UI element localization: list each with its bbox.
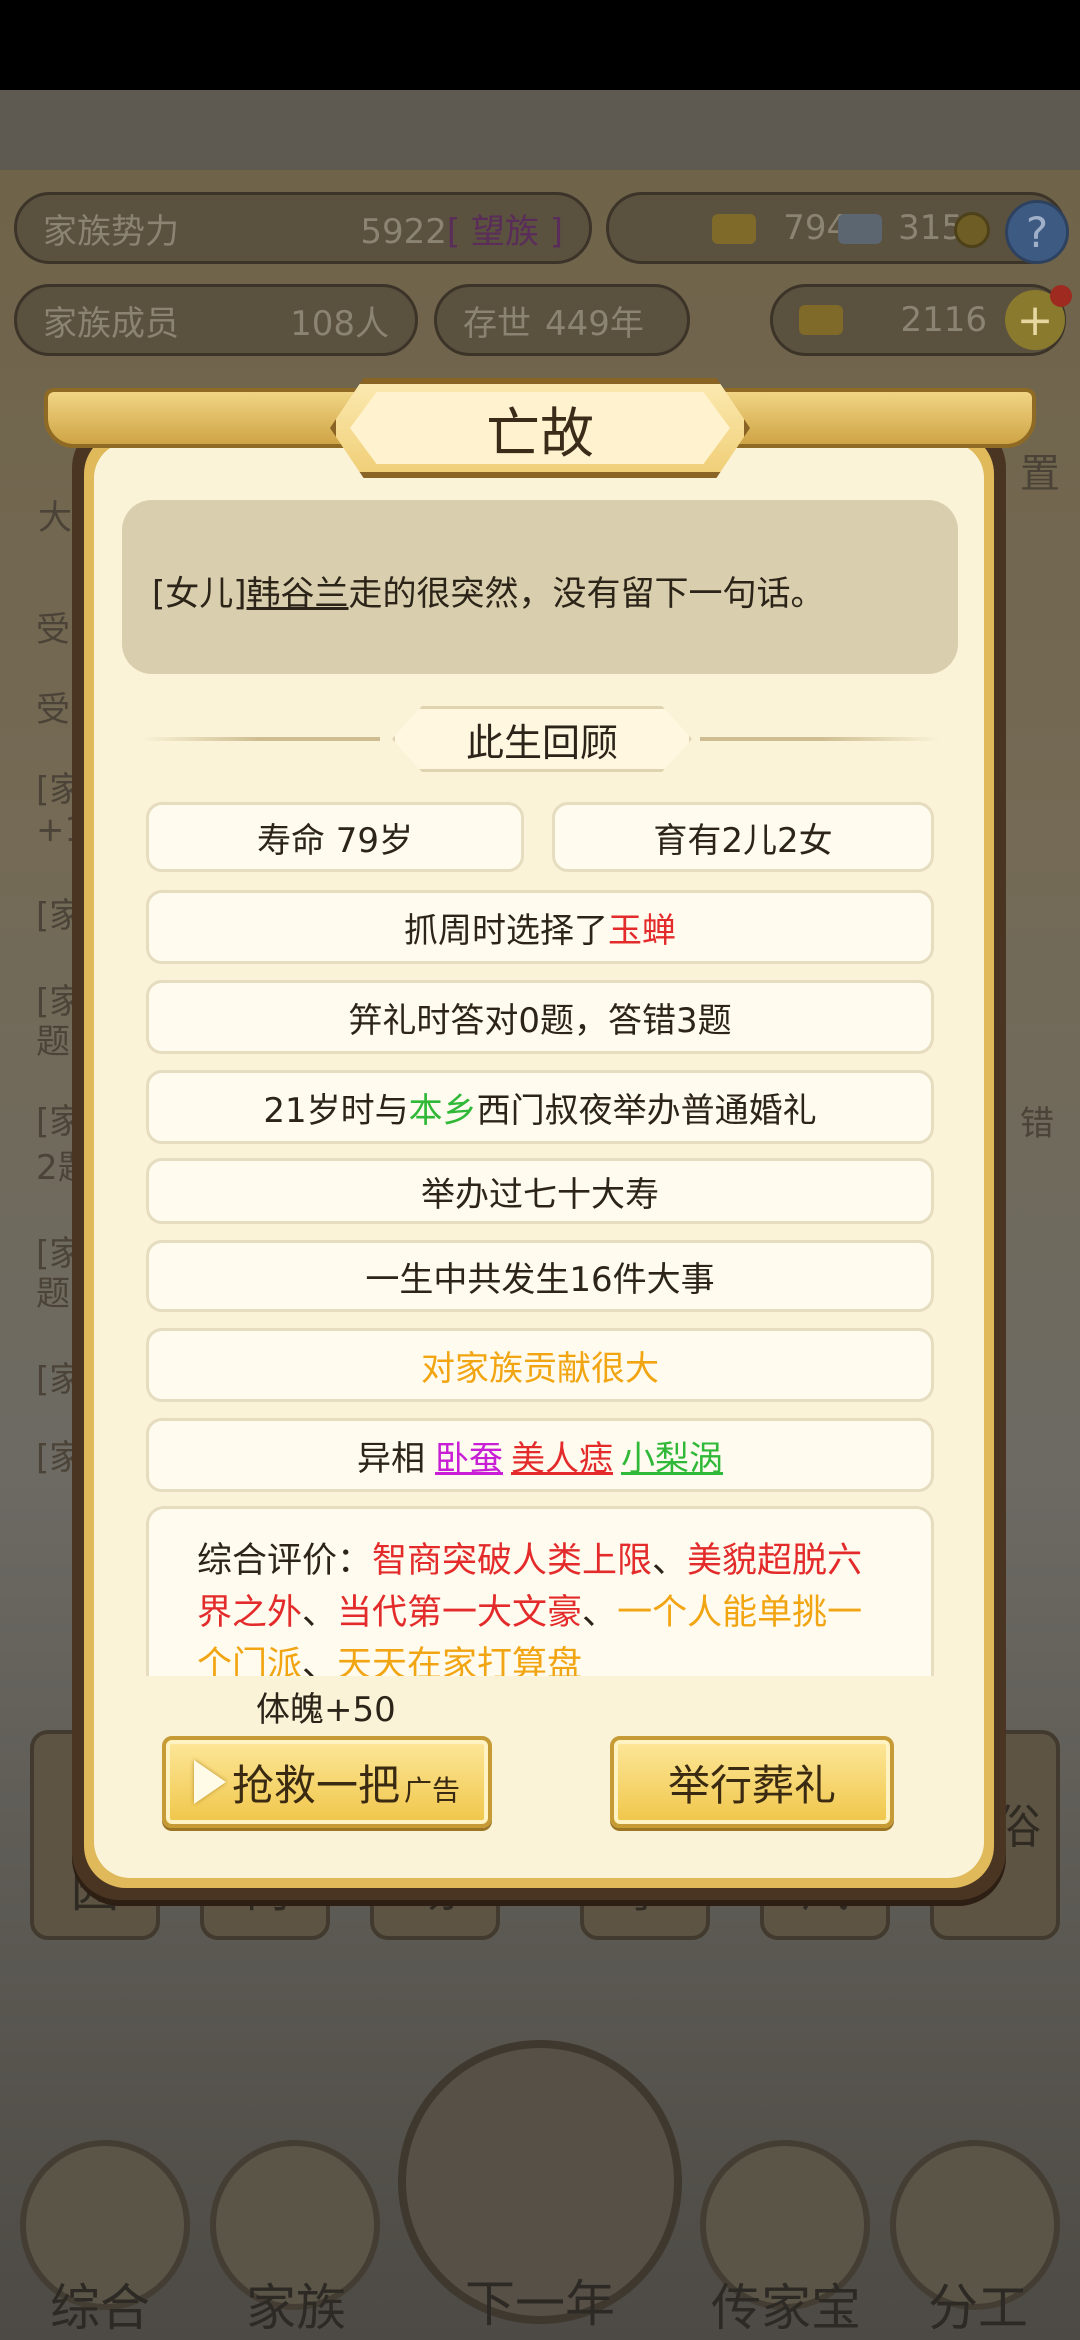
zhuazhou-card: 抓周时选择了 玉蝉 [146,890,934,964]
gold-ingot-icon [712,214,756,244]
currency-chip: 4 794 315 [606,192,1066,264]
notification-dot [1050,285,1072,307]
play-icon [193,1760,226,1804]
rescue-button[interactable]: 抢救一把 广告 [162,1736,492,1828]
marriage-card: 21岁时与 本乡 西门叔夜举办普通婚礼 [146,1070,934,1144]
side-snippet: 大 [38,498,72,538]
traits-card: 异相 卧蚕 美人痣 小梨涡 [146,1418,934,1492]
lifespan-card: 寿命 79岁 [146,802,524,872]
silver-ingot-icon [838,214,882,244]
section-title: 此生回顾 [465,720,618,765]
overall-evaluation[interactable]: 综合评价：智商突破人类上限、美貌超脱六界之外、当代第一大文豪、一个人能单挑一个门… [146,1506,934,1676]
trait-dimple[interactable]: 小梨涡 [621,1431,723,1480]
existence-chip: 存世 449年 [434,284,690,356]
rescue-bonus: 体魄+50 [256,1690,396,1730]
birthday-card: 举办过七十大寿 [146,1158,934,1224]
family-power-value: 5922[ 望族 ] [360,211,563,252]
marriage-place: 本乡 [408,1090,477,1131]
existence-value: 449年 [545,303,644,344]
existence-label: 存世 [463,303,531,344]
modal-title: 亡故 [486,401,594,465]
children-card: 育有2儿2女 [552,802,934,872]
gold-ingot-icon [799,305,843,335]
deceased-name[interactable]: 韩谷兰 [247,574,349,614]
side-snippet: 受 [36,690,70,730]
side-snippet-right: 置 [1020,451,1060,497]
members-value: 108人 [290,303,389,344]
events-card: 一生中共发生16件大事 [146,1240,934,1312]
family-power-chip: 家族势力 5922[ 望族 ] [14,192,592,264]
gold-ingots-value: 2116 [900,300,987,340]
section-divider-right [700,737,940,741]
nav-division: 分工 [928,2279,1028,2337]
members-label: 家族成员 [43,303,179,344]
side-snippet-right: 错 [1020,1104,1054,1144]
ad-tag: 广告 [404,1774,461,1807]
nav-family: 家族 [246,2279,346,2337]
help-icon[interactable]: ? [1005,200,1069,264]
jili-card: 笄礼时答对0题，答错3题 [146,980,934,1054]
funeral-button[interactable]: 举行葬礼 [610,1736,894,1828]
top-band [0,90,1080,170]
side-snippet: 受 [36,610,70,650]
family-power-label: 家族势力 [43,211,179,252]
contribution-card: 对家族贡献很大 [146,1328,934,1402]
status-bar [0,0,1080,90]
side-snippet: 题 [36,1274,70,1314]
nav-next-year: 下一年 [465,2275,615,2333]
side-snippet: 题 [36,1022,70,1062]
zhuazhou-item: 玉蝉 [608,910,676,951]
trait-wocan[interactable]: 卧蚕 [435,1431,503,1480]
death-message: [女儿]韩谷兰走的很突然，没有留下一句话。 [122,500,958,674]
family-rank: [ 望族 ] [446,211,563,252]
members-chip: 家族成员 108人 [14,284,418,356]
nav-overview: 综合 [50,2279,150,2337]
section-divider-left [140,737,380,741]
coin-icon [954,212,990,248]
trait-beauty-mark[interactable]: 美人痣 [511,1431,613,1480]
nav-heirloom: 传家宝 [711,2279,861,2337]
